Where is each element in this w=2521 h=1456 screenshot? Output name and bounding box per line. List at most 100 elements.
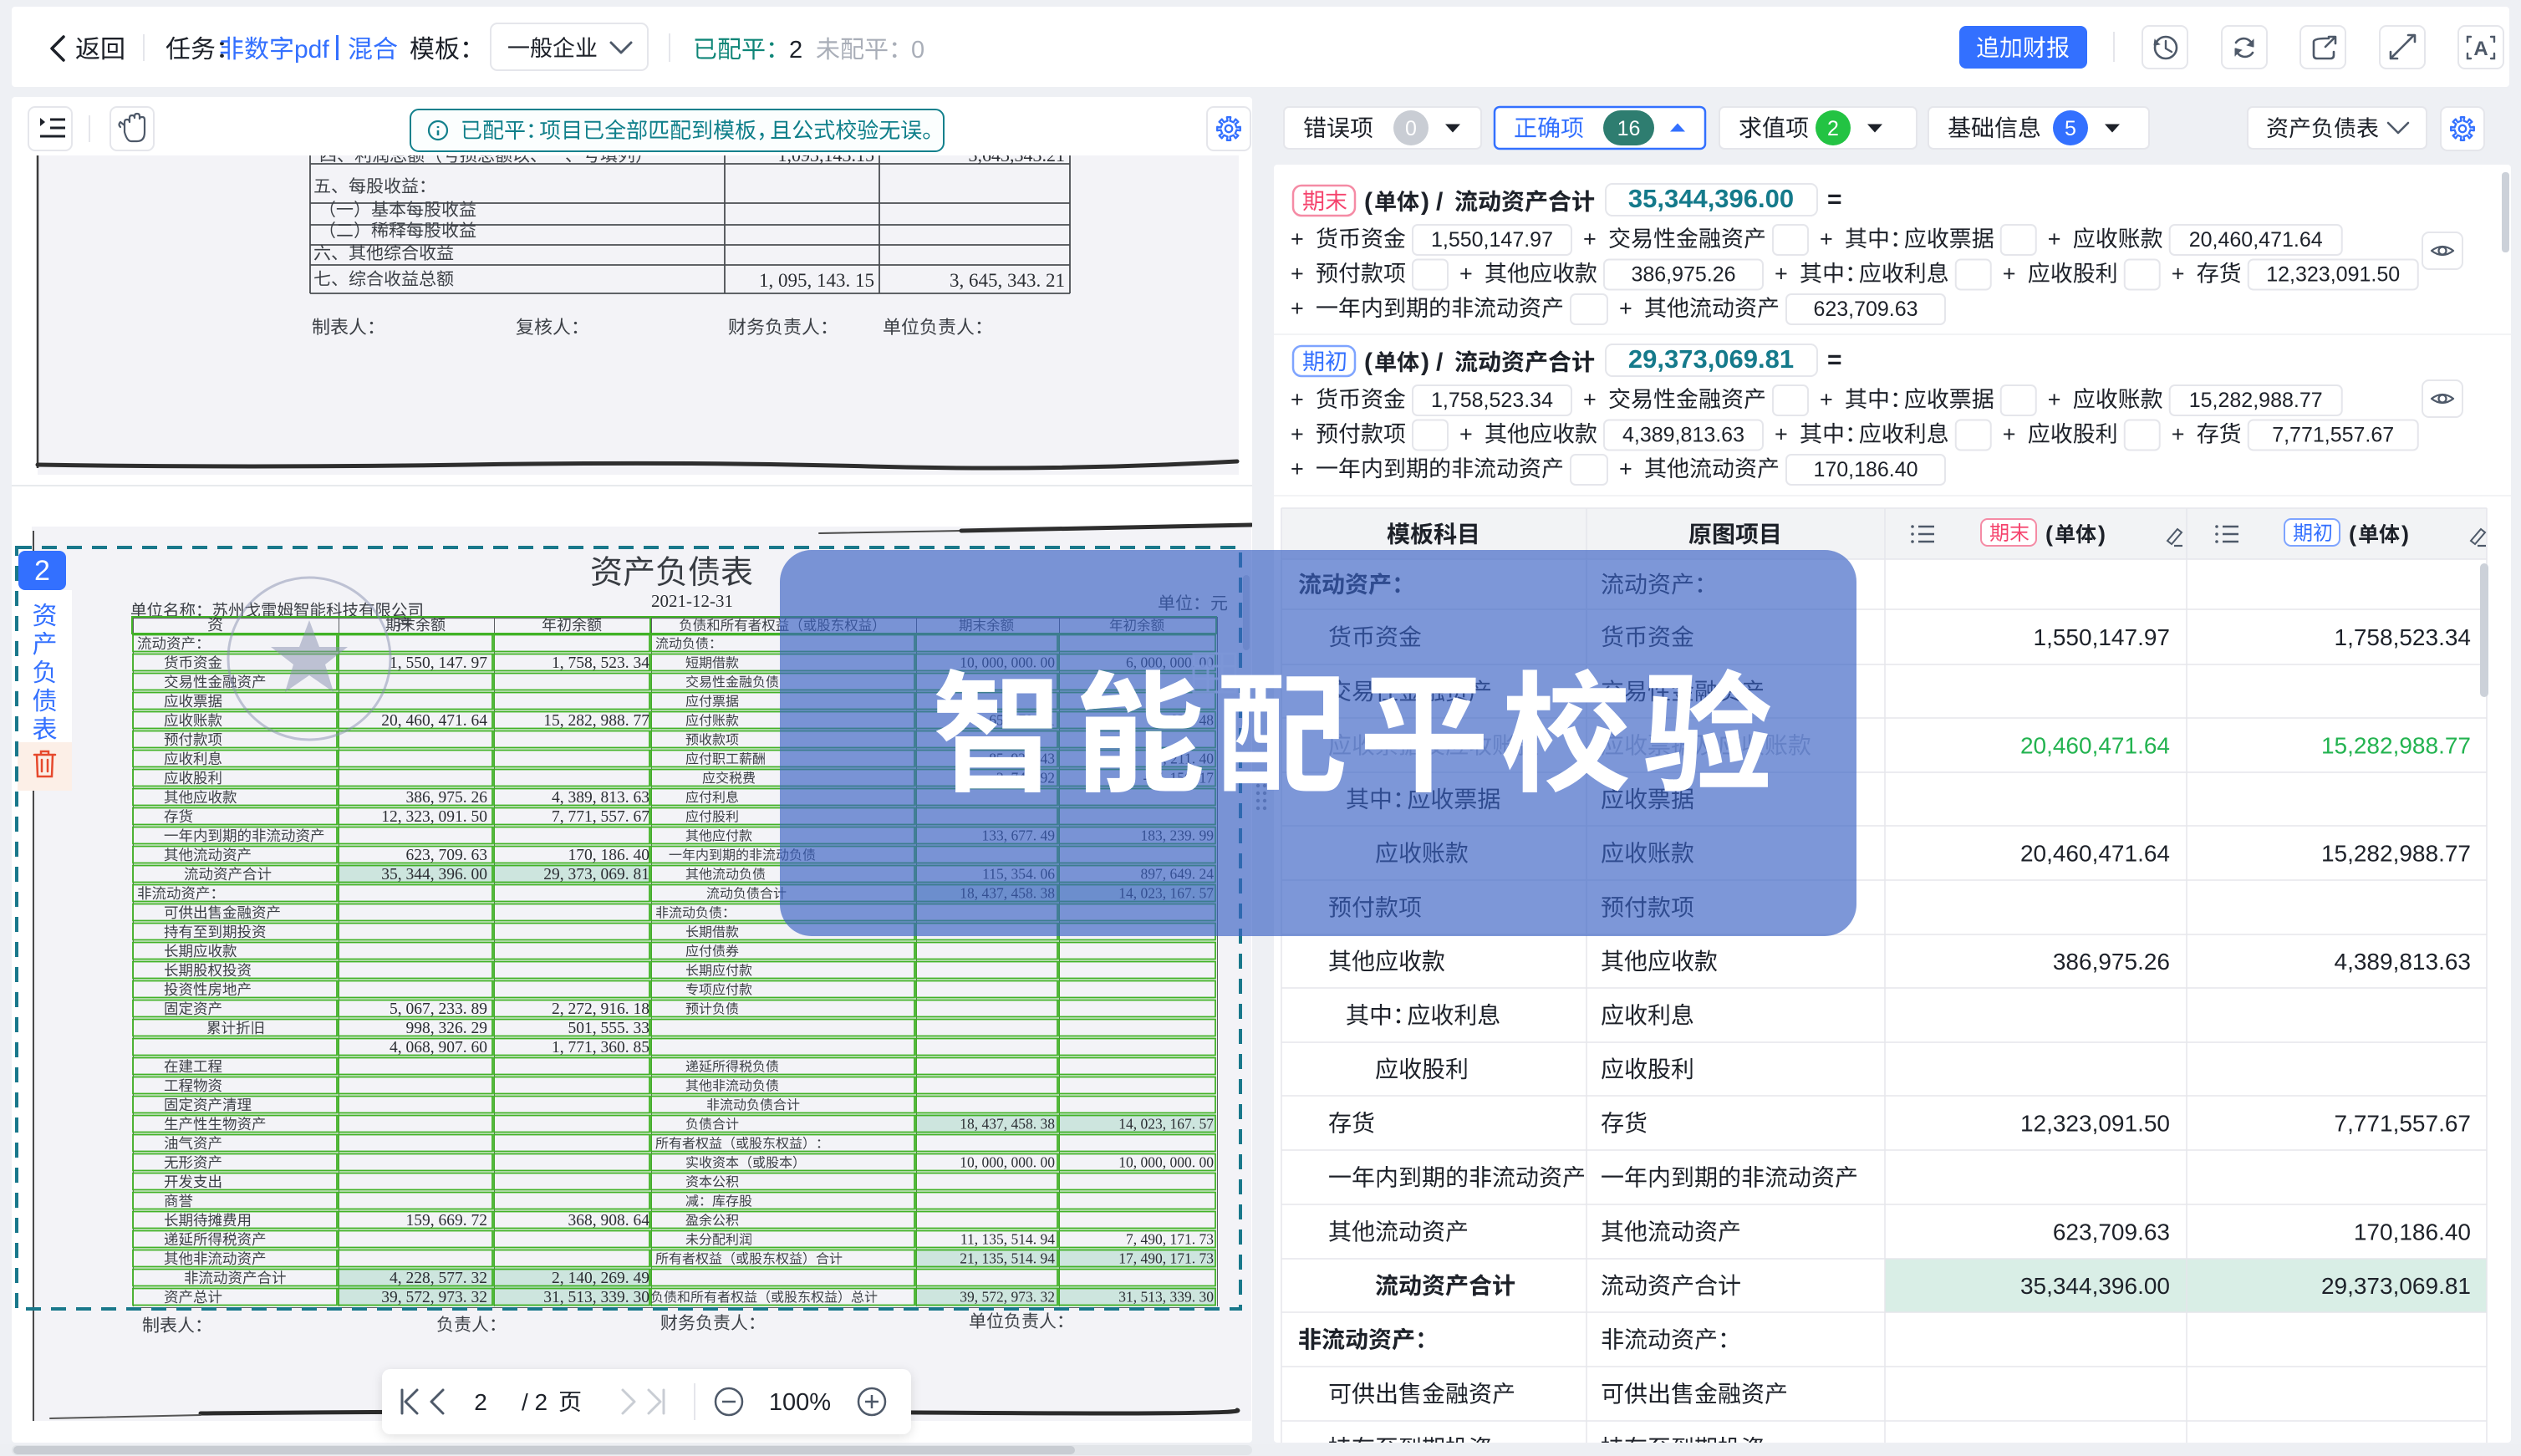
svg-text:A: A [2473,38,2488,60]
svg-text:+: + [1291,456,1304,481]
svg-text:7, 490, 171. 73: 7, 490, 171. 73 [1126,1231,1214,1248]
svg-text:386, 975. 26: 386, 975. 26 [406,789,488,807]
svg-text:2021-12-31: 2021-12-31 [651,591,733,611]
svg-text:1,550,147.97: 1,550,147.97 [1431,228,1553,252]
svg-text:12,323,091.50: 12,323,091.50 [2020,1111,2170,1137]
svg-text:20, 460, 471. 64: 20, 460, 471. 64 [381,712,487,730]
svg-text:31, 513, 339. 30: 31, 513, 339. 30 [1118,1289,1214,1306]
svg-text:386,975.26: 386,975.26 [2053,949,2170,975]
svg-text:7, 771, 557. 67: 7, 771, 557. 67 [552,808,649,826]
svg-text:1,550,147.97: 1,550,147.97 [2034,624,2171,650]
svg-text:15,282,988.77: 15,282,988.77 [2321,733,2471,759]
svg-text:998, 326. 29: 998, 326. 29 [406,1020,488,1037]
svg-text:(: ( [1364,188,1373,216]
svg-text:7,771,557.67: 7,771,557.67 [2335,1111,2472,1137]
svg-text:2: 2 [474,1389,487,1415]
svg-text:3, 645, 343. 21: 3, 645, 343. 21 [950,270,1065,291]
svg-text:2: 2 [789,37,802,64]
svg-text:=: = [1827,346,1842,374]
svg-text:100%: 100% [769,1389,831,1416]
svg-text:15,282,988.77: 15,282,988.77 [2189,389,2323,412]
svg-text:623,709.63: 623,709.63 [1813,298,1917,321]
svg-text:29, 373, 069. 81: 29, 373, 069. 81 [543,866,649,883]
svg-text:29,373,069.81: 29,373,069.81 [2321,1273,2471,1299]
svg-text:11, 135, 514. 94: 11, 135, 514. 94 [960,1231,1055,1248]
svg-text:12, 323, 091. 50: 12, 323, 091. 50 [381,808,487,826]
svg-text:+: + [2172,422,2185,447]
svg-text:39, 572, 973. 32: 39, 572, 973. 32 [960,1289,1055,1306]
svg-text:/: / [1436,349,1444,376]
svg-text:20,460,471.64: 20,460,471.64 [2020,841,2170,867]
svg-text:2: 2 [1827,117,1839,140]
svg-text:10, 000, 000. 00: 10, 000, 000. 00 [1118,1154,1214,1171]
svg-text:): ) [2098,522,2106,547]
svg-text:12,323,091.50: 12,323,091.50 [2266,263,2400,287]
svg-text:501, 555. 33: 501, 555. 33 [568,1020,650,1037]
svg-text:+: + [2003,262,2016,287]
svg-text:/: / [1436,188,1444,216]
svg-text:10, 000, 000. 00: 10, 000, 000. 00 [960,1154,1055,1171]
svg-text:): ) [1421,349,1429,376]
svg-text:(: ( [2045,522,2053,547]
svg-text:159, 669. 72: 159, 669. 72 [406,1212,488,1229]
svg-text:0: 0 [1405,117,1417,140]
svg-text:+: + [1291,422,1304,447]
svg-text:4, 228, 577. 32: 4, 228, 577. 32 [390,1270,487,1287]
svg-text:pdf: pdf [294,36,329,64]
svg-text:+: + [1619,296,1632,321]
svg-text:386,975.26: 386,975.26 [1631,263,1735,287]
svg-text:+: + [2172,262,2185,287]
svg-text:18, 437, 458. 38: 18, 437, 458. 38 [960,1116,1055,1133]
svg-text:2: 2 [34,555,50,587]
svg-text:1, 758, 523. 34: 1, 758, 523. 34 [552,654,649,672]
svg-text:7,771,557.67: 7,771,557.67 [2272,424,2394,447]
svg-text:20,460,471.64: 20,460,471.64 [2189,228,2323,252]
svg-text:1, 771, 360. 85: 1, 771, 360. 85 [552,1039,649,1056]
svg-text:+: + [1291,262,1304,287]
svg-text:368, 908. 64: 368, 908. 64 [568,1212,650,1229]
svg-text:15, 282, 988. 77: 15, 282, 988. 77 [543,712,649,730]
svg-text:623,709.63: 623,709.63 [2053,1219,2170,1245]
svg-text:+: + [1820,387,1833,412]
svg-text:/ 2: / 2 [522,1389,547,1415]
svg-text:2, 272, 916. 18: 2, 272, 916. 18 [552,1000,649,1018]
svg-text:1, 550, 147. 97: 1, 550, 147. 97 [390,654,487,672]
svg-text:1,758,523.34: 1,758,523.34 [2335,624,2472,650]
svg-text:): ) [2401,522,2409,547]
svg-text:+: + [1459,422,1473,447]
svg-text:170, 186. 40: 170, 186. 40 [568,847,650,864]
svg-text:35,344,396.00: 35,344,396.00 [2020,1273,2170,1299]
svg-text:170,186.40: 170,186.40 [1813,458,1917,481]
svg-text:35, 344, 396. 00: 35, 344, 396. 00 [381,866,487,883]
svg-text:+: + [1583,387,1597,412]
svg-text:+: + [1775,262,1788,287]
svg-text:+: + [1583,227,1597,252]
svg-text:1,758,523.34: 1,758,523.34 [1431,389,1553,412]
svg-text:+: + [1775,422,1788,447]
svg-text:15,282,988.77: 15,282,988.77 [2321,841,2471,867]
svg-text:31, 513, 339. 30: 31, 513, 339. 30 [543,1289,649,1306]
svg-text:5: 5 [2065,117,2076,140]
svg-text:170,186.40: 170,186.40 [2354,1219,2471,1245]
svg-text:+: + [2048,387,2061,412]
svg-text:+: + [1291,387,1304,412]
svg-text:4, 389, 813. 63: 4, 389, 813. 63 [552,789,649,807]
svg-text:4,389,813.63: 4,389,813.63 [2335,949,2472,975]
svg-text:): ) [1421,188,1429,216]
svg-text:(: ( [2349,522,2356,547]
svg-text:4, 068, 907. 60: 4, 068, 907. 60 [390,1039,487,1056]
svg-text:2, 140, 269. 49: 2, 140, 269. 49 [552,1270,649,1287]
svg-text:+: + [2003,422,2016,447]
svg-text:5, 067, 233. 89: 5, 067, 233. 89 [390,1000,487,1018]
svg-text:21, 135, 514. 94: 21, 135, 514. 94 [960,1250,1055,1267]
svg-text:16: 16 [1617,117,1641,140]
svg-text:17, 490, 171. 73: 17, 490, 171. 73 [1118,1250,1214,1267]
svg-text:+: + [1459,262,1473,287]
svg-text:4,389,813.63: 4,389,813.63 [1622,424,1744,447]
svg-text:1, 095, 143. 15: 1, 095, 143. 15 [759,270,874,291]
svg-text:+: + [1820,227,1833,252]
svg-text:+: + [1291,227,1304,252]
svg-text:623, 709. 63: 623, 709. 63 [406,847,488,864]
svg-text:(: ( [1364,349,1373,376]
svg-text:29,373,069.81: 29,373,069.81 [1628,344,1794,374]
